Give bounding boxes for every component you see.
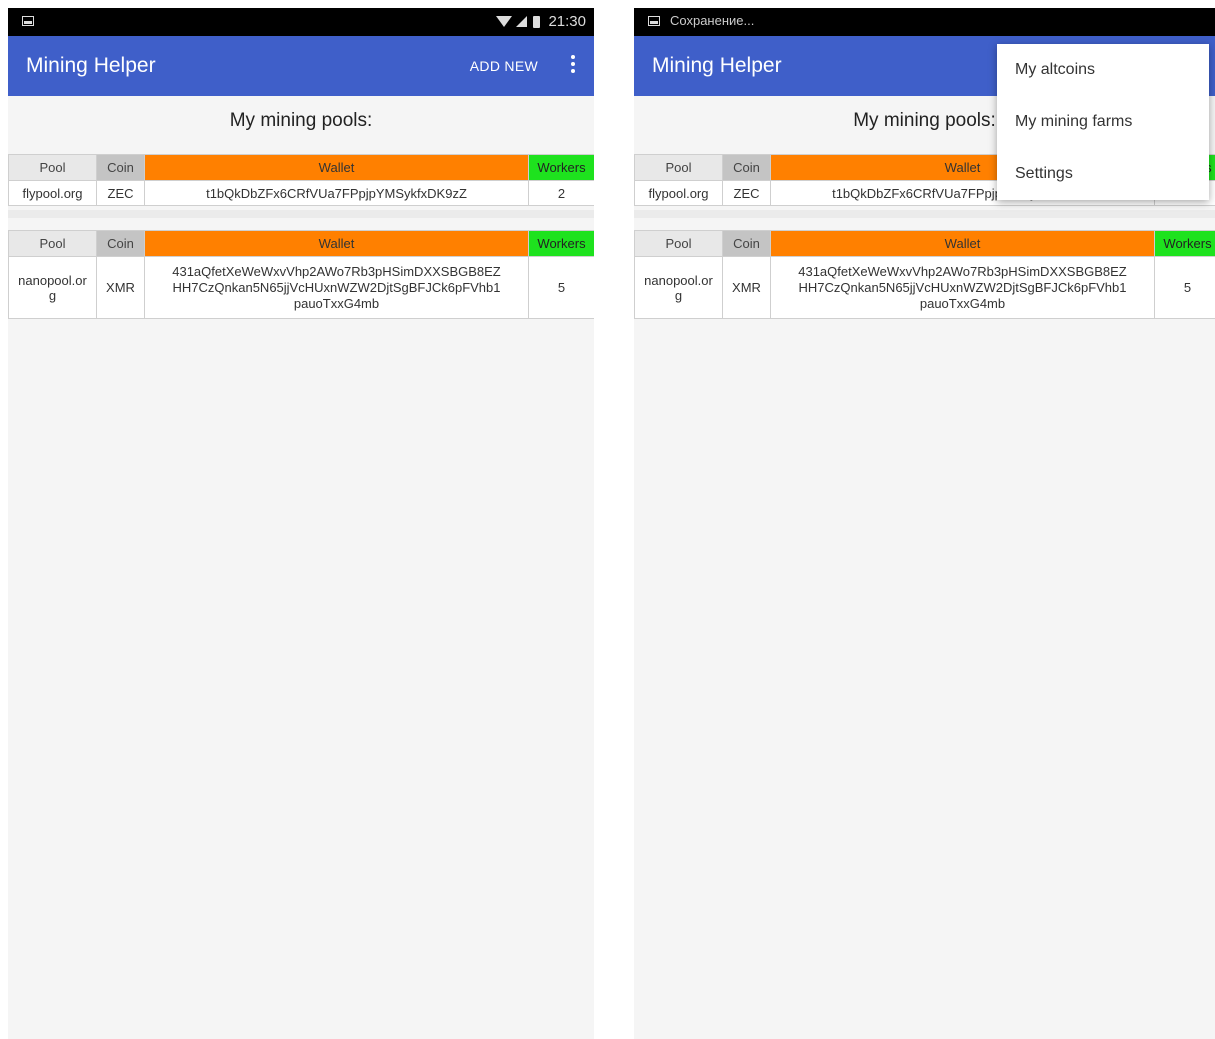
cell-coin: XMR xyxy=(96,256,145,319)
screenshot-icon xyxy=(648,16,660,26)
status-saving-label: Сохранение... xyxy=(670,13,755,28)
header-pool: Pool xyxy=(634,230,723,257)
overflow-dropdown-menu: My altcoins My mining farms Settings xyxy=(997,44,1209,200)
right-phone-screen: Сохранение... Mining Helper My mining po… xyxy=(634,8,1215,1039)
header-pool: Pool xyxy=(8,230,97,257)
status-bar: 21:30 xyxy=(8,8,594,36)
app-title: Mining Helper xyxy=(652,54,782,77)
pool-table-nanopool[interactable]: Pool Coin Wallet Workers nanopool.or g X… xyxy=(634,230,1215,319)
add-new-button[interactable]: ADD NEW xyxy=(470,58,538,74)
cell-wallet: 431aQfetXeWeWxvVhp2AWo7Rb3pHSimDXXSBGB8E… xyxy=(770,256,1155,319)
header-coin: Coin xyxy=(722,230,771,257)
status-time: 21:30 xyxy=(548,13,586,30)
cell-coin: ZEC xyxy=(722,180,771,206)
header-wallet: Wallet xyxy=(144,154,529,181)
app-bar: Mining Helper ADD NEW xyxy=(8,36,594,96)
header-coin: Coin xyxy=(722,154,771,181)
cell-pool: nanopool.or g xyxy=(8,256,97,319)
overflow-menu-icon[interactable] xyxy=(568,55,578,79)
wifi-icon xyxy=(496,16,513,27)
pool-table-flypool[interactable]: Pool Coin Wallet Workers flypool.org ZEC… xyxy=(8,154,594,206)
cell-coin: ZEC xyxy=(96,180,145,206)
battery-icon xyxy=(533,15,541,28)
cell-workers: 2 xyxy=(528,180,594,206)
left-phone-screen: 21:30 Mining Helper ADD NEW My mining po… xyxy=(8,8,594,1039)
header-coin: Coin xyxy=(96,230,145,257)
cell-pool: flypool.org xyxy=(8,180,97,206)
table-separator xyxy=(8,210,594,218)
cell-workers: 5 xyxy=(528,256,594,319)
menu-item-my-altcoins[interactable]: My altcoins xyxy=(997,44,1209,96)
table-separator xyxy=(634,210,1215,218)
header-workers: Workers xyxy=(528,154,594,181)
cell-coin: XMR xyxy=(722,256,771,319)
screenshot-icon xyxy=(22,16,34,26)
header-wallet: Wallet xyxy=(770,230,1155,257)
pool-table-nanopool[interactable]: Pool Coin Wallet Workers nanopool.or g X… xyxy=(8,230,594,319)
cell-wallet: 431aQfetXeWeWxvVhp2AWo7Rb3pHSimDXXSBGB8E… xyxy=(144,256,529,319)
menu-item-settings[interactable]: Settings xyxy=(997,148,1209,200)
header-pool: Pool xyxy=(634,154,723,181)
cell-pool: nanopool.or g xyxy=(634,256,723,319)
app-title: Mining Helper xyxy=(26,54,156,77)
status-indicators: 21:30 xyxy=(496,13,586,30)
page-heading: My mining pools: xyxy=(229,110,373,131)
cell-wallet: t1bQkDbZFx6CRfVUa7FPpjpYMSykfxDK9zZ xyxy=(144,180,529,206)
cell-pool: flypool.org xyxy=(634,180,723,206)
header-workers: Workers xyxy=(528,230,594,257)
menu-item-my-mining-farms[interactable]: My mining farms xyxy=(997,96,1209,148)
header-workers: Workers xyxy=(1154,230,1215,257)
cell-workers: 5 xyxy=(1154,256,1215,319)
header-coin: Coin xyxy=(96,154,145,181)
status-bar: Сохранение... xyxy=(634,8,1215,36)
header-wallet: Wallet xyxy=(144,230,529,257)
signal-icon xyxy=(516,16,528,27)
header-pool: Pool xyxy=(8,154,97,181)
